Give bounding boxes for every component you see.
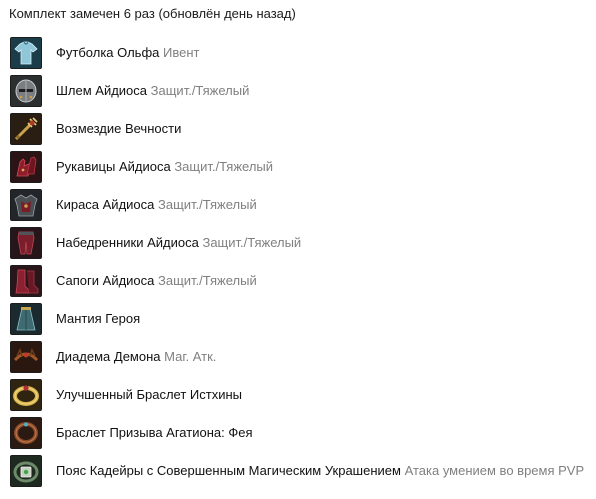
item-type: Атака умением во время PVP [404, 463, 585, 478]
gloves-icon [10, 151, 42, 183]
set-item-gloves[interactable]: Рукавицы Айдиоса Защит./Тяжелый [10, 148, 584, 186]
item-type: Защит./Тяжелый [158, 273, 257, 288]
item-name: Футболка Ольфа [56, 45, 160, 60]
shirt-icon [10, 37, 42, 69]
set-seen-header: Комплект замечен 6 раз (обновлён день на… [9, 6, 296, 21]
set-item-boots[interactable]: Сапоги Айдиоса Защит./Тяжелый [10, 262, 584, 300]
belt-icon [10, 455, 42, 487]
item-type: Ивент [163, 45, 200, 60]
set-item-agathion-bracelet[interactable]: Браслет Призыва Агатиона: Фея [10, 414, 584, 452]
cloak-icon [10, 303, 42, 335]
set-item-shirt[interactable]: Футболка Ольфа Ивент [10, 34, 584, 72]
item-name: Набедренники Айдиоса [56, 235, 199, 250]
item-name: Улучшенный Браслет Истхины [56, 387, 243, 402]
circlet-icon [10, 341, 42, 373]
item-name: Браслет Призыва Агатиона: Фея [56, 425, 253, 440]
set-item-list: Футболка Ольфа Ивент Шлем Айдиоса Защит.… [10, 34, 584, 490]
item-type: Защит./Тяжелый [202, 235, 302, 250]
set-item-helmet[interactable]: Шлем Айдиоса Защит./Тяжелый [10, 72, 584, 110]
agathion-bracelet-icon [10, 417, 42, 449]
set-item-cloak[interactable]: Мантия Героя [10, 300, 584, 338]
set-item-belt[interactable]: Пояс Кадейры с Совершенным Магическим Ук… [10, 452, 584, 490]
item-name: Диадема Демона [56, 349, 161, 364]
item-type: Защит./Тяжелый [174, 159, 274, 174]
set-item-circlet[interactable]: Диадема Демона Маг. Атк. [10, 338, 584, 376]
item-name: Кираса Айдиоса [56, 197, 155, 212]
helmet-icon [10, 75, 42, 107]
set-item-weapon[interactable]: Возмездие Вечности [10, 110, 584, 148]
item-type: Защит./Тяжелый [158, 197, 257, 212]
set-item-bracelet[interactable]: Улучшенный Браслет Истхины [10, 376, 584, 414]
item-name: Рукавицы Айдиоса [56, 159, 171, 174]
gaiters-icon [10, 227, 42, 259]
breastplate-icon [10, 189, 42, 221]
item-name: Сапоги Айдиоса [56, 273, 155, 288]
item-name: Пояс Кадейры с Совершенным Магическим Ук… [56, 463, 401, 478]
item-type: Защит./Тяжелый [150, 83, 250, 98]
set-item-breastplate[interactable]: Кираса Айдиоса Защит./Тяжелый [10, 186, 584, 224]
item-name: Мантия Героя [56, 311, 141, 326]
item-name: Шлем Айдиоса [56, 83, 148, 98]
set-item-gaiters[interactable]: Набедренники Айдиоса Защит./Тяжелый [10, 224, 584, 262]
item-type: Маг. Атк. [164, 349, 217, 364]
weapon-icon [10, 113, 42, 145]
bracelet-icon [10, 379, 42, 411]
boots-icon [10, 265, 42, 297]
item-name: Возмездие Вечности [56, 121, 182, 136]
